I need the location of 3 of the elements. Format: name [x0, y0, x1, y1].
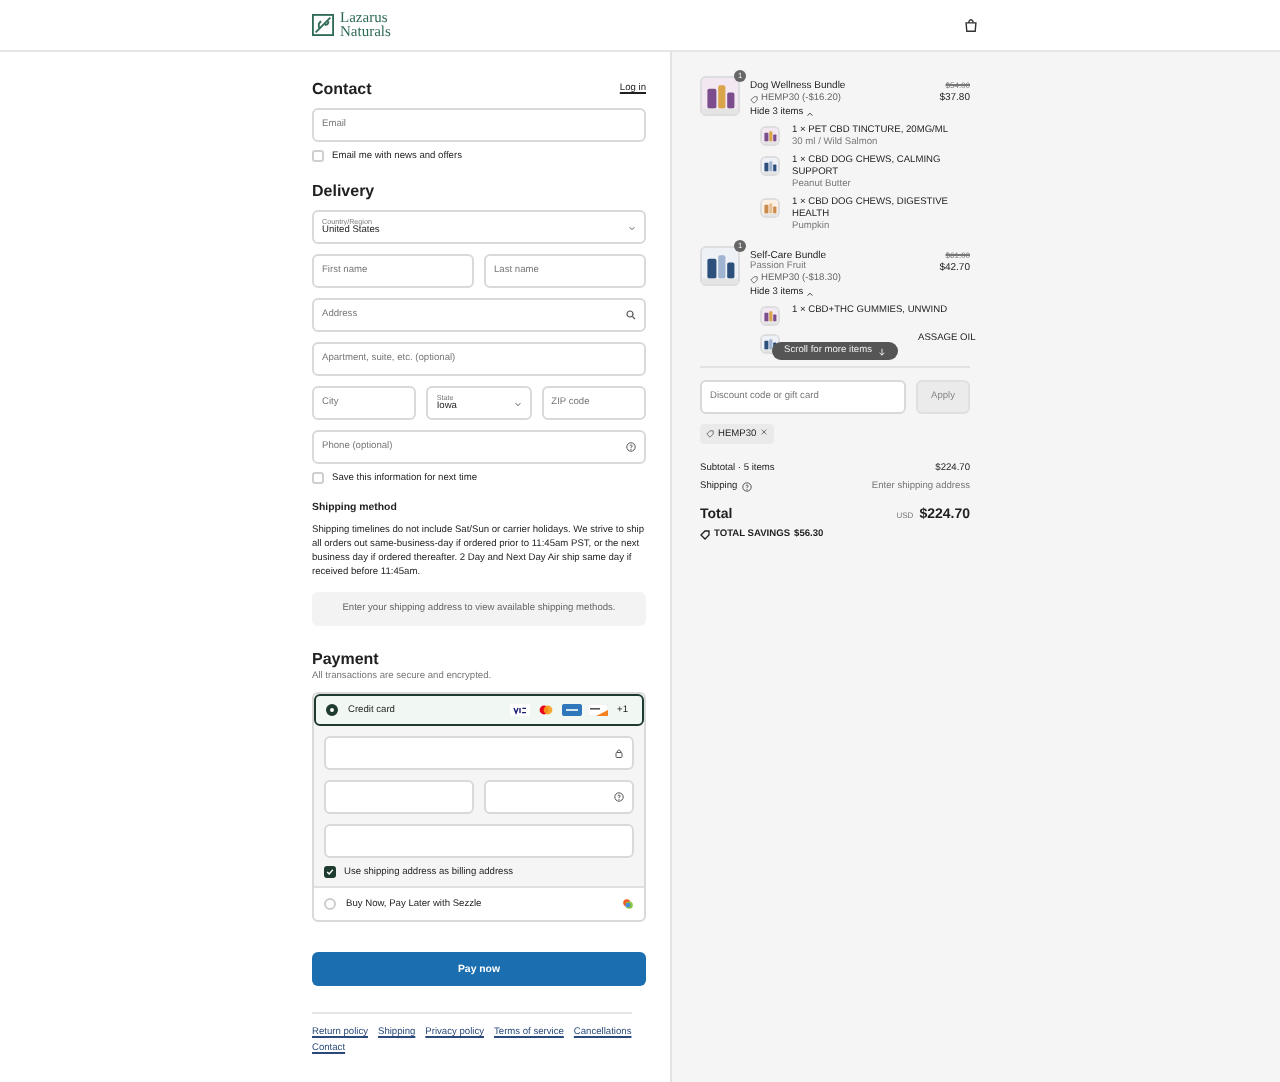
- section-heading: Payment: [312, 650, 381, 668]
- section-heading: Delivery: [312, 182, 377, 200]
- section-heading: Contact: [312, 80, 372, 98]
